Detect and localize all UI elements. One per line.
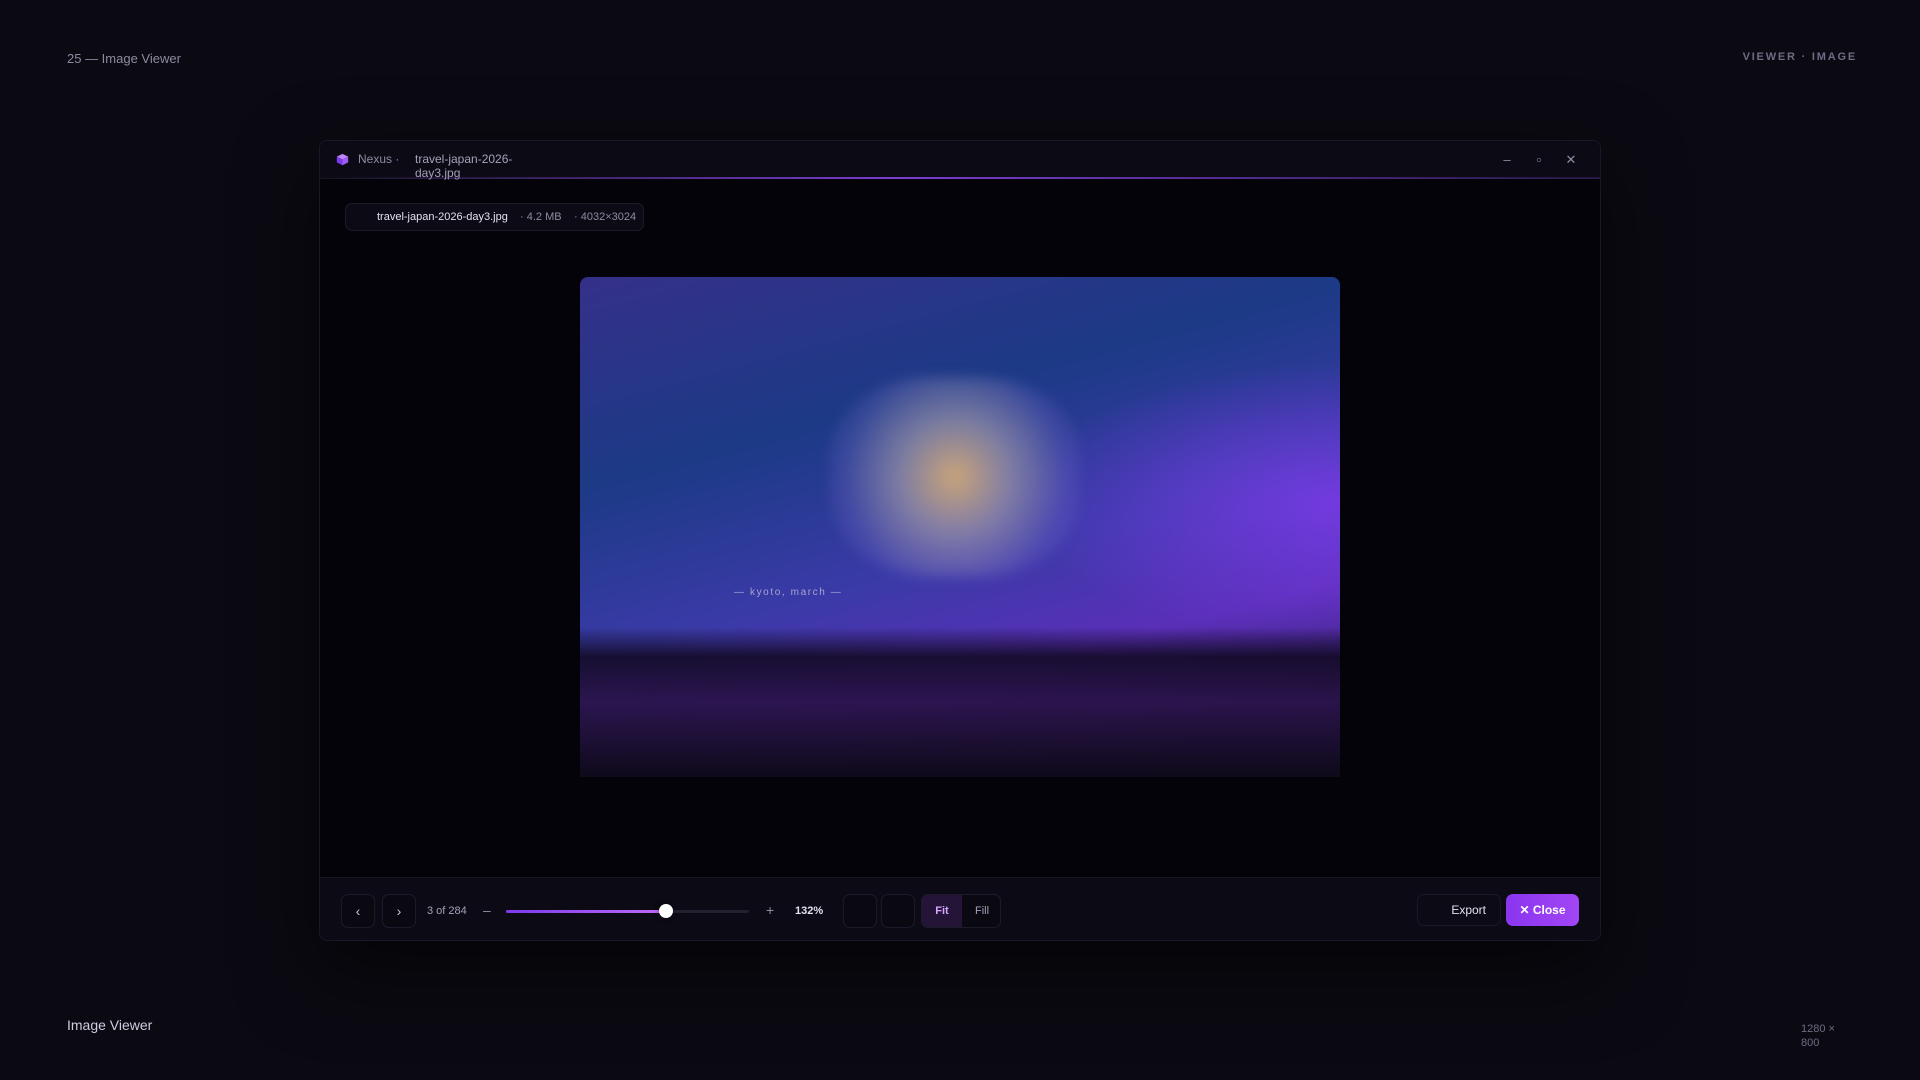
zoom-level: 132% [795, 905, 824, 917]
window-file-title: travel-japan-2026-day3.jpg [415, 152, 513, 180]
file-name: travel-japan-2026-day3.jpg [377, 211, 508, 223]
maximize-icon[interactable]: ▫ [1529, 150, 1549, 170]
page-size-label: 1280 × 800 [1801, 1023, 1835, 1049]
zoom-slider-thumb[interactable] [659, 904, 674, 918]
image-counter: 3 of 284 [427, 905, 467, 917]
image-caption: — kyoto, march — [734, 587, 843, 598]
close-window-icon[interactable]: ✕ [1561, 150, 1581, 170]
fit-button[interactable]: Fit [922, 895, 962, 927]
previous-button[interactable]: ‹ [341, 894, 375, 928]
next-button[interactable]: › [382, 894, 416, 928]
flip-button[interactable] [881, 894, 915, 928]
minimize-icon[interactable]: – [1497, 150, 1517, 170]
close-button[interactable]: ✕ Close [1506, 894, 1579, 926]
fill-button[interactable]: Fill [962, 895, 1000, 927]
image-sun-glow [830, 377, 1080, 577]
cube-logo-icon [336, 153, 349, 166]
image-viewer-window: Nexus · travel-japan-2026-day3.jpg – ▫ ✕… [319, 140, 1601, 941]
viewer-toolbar: ‹ › 3 of 284 – + 132% Fit Fill Export ✕ … [320, 877, 1600, 940]
zoom-out-button[interactable]: – [483, 902, 491, 918]
title-bar: Nexus · travel-japan-2026-day3.jpg – ▫ ✕ [320, 141, 1600, 180]
zoom-slider[interactable] [506, 904, 749, 918]
rotate-button[interactable] [843, 894, 877, 928]
file-info-badge: travel-japan-2026-day3.jpg · 4.2 MB · 40… [345, 203, 644, 231]
page-header-label: 25 — Image Viewer [67, 51, 181, 66]
file-size: · 4.2 MB [520, 211, 562, 223]
zoom-slider-fill [506, 910, 667, 913]
file-dimensions: · 4032×3024 [574, 211, 637, 223]
app-name: Nexus · [358, 152, 400, 166]
page-category-label: VIEWER · IMAGE [1742, 51, 1857, 63]
fit-fill-toggle: Fit Fill [921, 894, 1001, 928]
zoom-in-button[interactable]: + [766, 902, 774, 918]
export-button[interactable]: Export [1417, 894, 1501, 926]
page-footer-title: Image Viewer [67, 1017, 153, 1033]
image-canvas[interactable]: — kyoto, march — [580, 277, 1340, 777]
